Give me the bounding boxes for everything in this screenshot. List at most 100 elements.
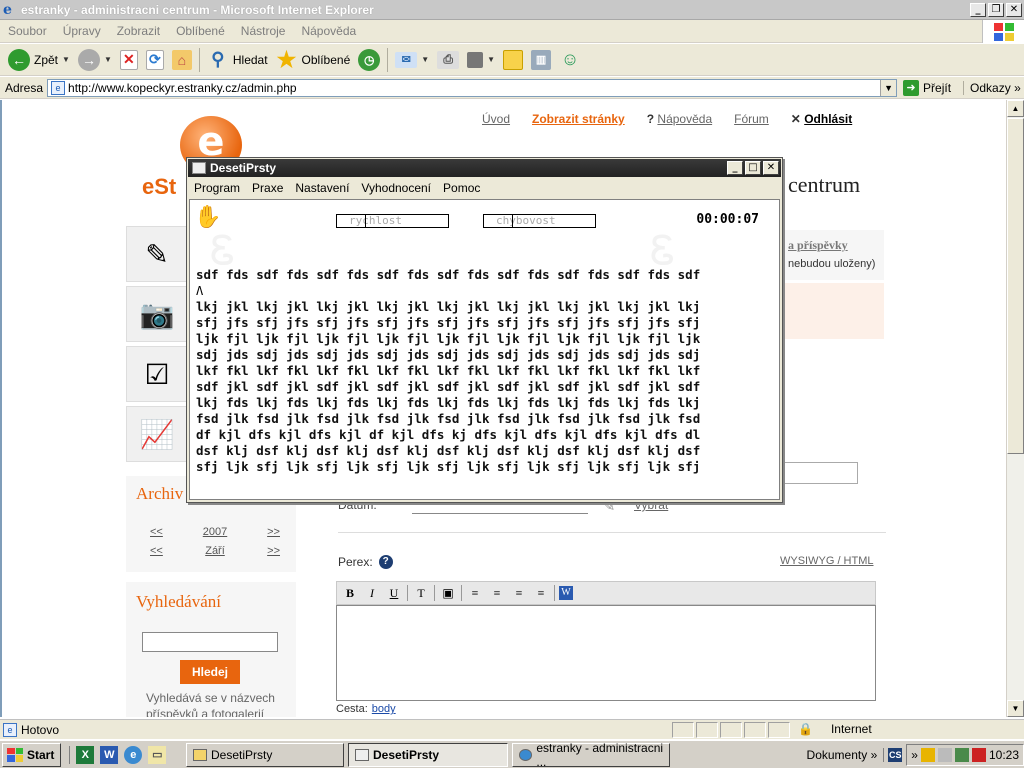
app-maximize-button[interactable]: □ [745, 161, 761, 175]
go-button[interactable]: ➜ Přejít [903, 79, 951, 96]
scroll-down-icon[interactable]: ▼ [1007, 700, 1024, 717]
word-icon[interactable]: W [100, 745, 119, 764]
menu-nastroje[interactable]: Nástroje [233, 24, 294, 38]
year-next-link[interactable]: >> [267, 526, 280, 538]
links-button[interactable]: Odkazy » [963, 80, 1021, 95]
tray-app-icon[interactable] [920, 748, 935, 762]
mail-button[interactable]: ✉ ▼ [391, 46, 433, 74]
discuss-button[interactable] [499, 46, 527, 74]
app-minimize-button[interactable]: _ [727, 161, 743, 175]
nav-home[interactable]: Úvod [482, 112, 510, 126]
address-dropdown-icon[interactable]: ▼ [880, 79, 897, 96]
clock[interactable]: 10:23 [989, 748, 1019, 762]
scroll-thumb[interactable] [1007, 118, 1024, 454]
app-menu-praxe[interactable]: Praxe [246, 181, 289, 195]
dropdown-arrow-icon[interactable]: ▼ [104, 55, 112, 64]
home-button[interactable]: ⌂ [168, 46, 196, 74]
nav-forum[interactable]: Fórum [734, 112, 769, 126]
edit-button[interactable]: ▼ [463, 46, 499, 74]
task-desetiprsty-app[interactable]: DesetiPrsty [348, 743, 508, 767]
search-input[interactable] [142, 632, 278, 652]
menu-napoveda[interactable]: Nápověda [293, 24, 364, 38]
write-article-icon[interactable]: ✎ [126, 226, 188, 282]
typing-area[interactable]: Ꮛ Ꮛ ✋ rychlost chybovost 00:00:07 sdf fd… [189, 199, 780, 500]
favorites-button[interactable]: ★ Oblíbené [272, 46, 355, 74]
address-input[interactable]: e http://www.kopeckyr.estranky.cz/admin.… [47, 78, 898, 97]
underline-button[interactable]: U [385, 584, 403, 602]
path-body-link[interactable]: body [372, 703, 396, 715]
research-button[interactable]: ▥ [527, 46, 555, 74]
year-link[interactable]: 2007 [203, 526, 227, 538]
keyboard-icon [192, 162, 206, 174]
app-close-button[interactable]: ✕ [763, 161, 779, 175]
language-indicator[interactable]: CS [888, 748, 903, 762]
excel-icon[interactable]: X [76, 745, 95, 764]
messenger-icon: ☺ [560, 49, 580, 69]
app-menu-nastaveni[interactable]: Nastavení [289, 181, 355, 195]
photo-gallery-icon[interactable]: 📷 [126, 286, 188, 342]
page-scrollbar[interactable]: ▲ ▼ [1006, 100, 1024, 717]
align-center-icon[interactable]: ≡ [488, 584, 506, 602]
task-desetiprsty-folder[interactable]: DesetiPrsty [186, 743, 344, 767]
chevron-left-icon[interactable]: » [911, 748, 918, 762]
refresh-button[interactable]: ⟳ [142, 46, 168, 74]
statistics-icon[interactable]: 📈 [126, 406, 188, 462]
minimize-button[interactable]: _ [970, 2, 986, 17]
nav-show-pages[interactable]: Zobrazit stránky [532, 112, 625, 126]
folder-icon [193, 749, 207, 761]
wysiwyg-html-toggle[interactable]: WYSIWYG / HTML [780, 555, 874, 567]
scroll-up-icon[interactable]: ▲ [1007, 100, 1024, 117]
app-menu-vyhodnoceni[interactable]: Vyhodnocení [355, 181, 437, 195]
checklist-icon[interactable]: ☑ [126, 346, 188, 402]
archive-month-row: << Září >> [150, 545, 280, 557]
ie-icon[interactable]: e [124, 745, 143, 764]
menu-zobrazit[interactable]: Zobrazit [109, 24, 168, 38]
category-title[interactable]: a příspěvky [788, 238, 848, 253]
dropdown-arrow-icon[interactable]: ▼ [487, 55, 495, 64]
menu-oblibene[interactable]: Oblíbené [168, 24, 233, 38]
task-estranky-browser[interactable]: estranky - administracni ... [512, 741, 670, 768]
align-justify-icon[interactable]: ≡ [532, 584, 550, 602]
month-link[interactable]: Září [205, 545, 225, 557]
desktop-icon[interactable]: ▭ [148, 745, 167, 764]
start-button[interactable]: Start [2, 742, 62, 767]
tray-shield-icon[interactable] [971, 748, 986, 762]
italic-button[interactable]: I [363, 584, 381, 602]
bold-button[interactable]: B [341, 584, 359, 602]
forward-button[interactable]: → ▼ [74, 46, 116, 74]
close-button[interactable]: ✕ [1006, 2, 1022, 17]
year-prev-link[interactable]: << [150, 526, 163, 538]
app-menu-pomoc[interactable]: Pomoc [437, 181, 486, 195]
title-input[interactable] [784, 462, 858, 484]
status-cell [672, 722, 694, 738]
perex-editor[interactable] [336, 605, 876, 701]
printer-icon: ⎙ [437, 50, 460, 69]
menu-soubor[interactable]: Soubor [0, 24, 55, 38]
print-button[interactable]: ⎙ [433, 46, 463, 74]
tray-network-icon[interactable] [937, 748, 952, 762]
nav-logout[interactable]: Odhlásit [804, 112, 852, 126]
history-button[interactable]: ◷ [354, 46, 384, 74]
back-button[interactable]: ← Zpět ▼ [4, 46, 74, 74]
month-next-link[interactable]: >> [267, 545, 280, 557]
tray-monitor-icon[interactable] [954, 748, 969, 762]
search-button[interactable]: ⚲ Hledat [203, 46, 272, 74]
documents-toolbar[interactable]: Dokumenty » [807, 748, 885, 762]
help-icon[interactable]: ? [378, 555, 393, 569]
restore-button[interactable]: ❐ [988, 2, 1004, 17]
favorites-label: Oblíbené [301, 52, 351, 67]
align-left-icon[interactable]: ≡ [466, 584, 484, 602]
app-menu-program[interactable]: Program [188, 181, 246, 195]
stop-button[interactable]: ✕ [116, 46, 142, 74]
dropdown-arrow-icon[interactable]: ▼ [62, 55, 70, 64]
nav-help[interactable]: Nápověda [657, 112, 712, 126]
menu-upravy[interactable]: Úpravy [55, 24, 109, 38]
word-paste-icon[interactable]: W [559, 586, 573, 600]
search-submit-button[interactable]: Hledej [180, 660, 240, 684]
month-prev-link[interactable]: << [150, 545, 163, 557]
insert-image-icon[interactable]: ▣ [439, 584, 457, 602]
messenger-button[interactable]: ☺ [555, 46, 585, 74]
align-right-icon[interactable]: ≡ [510, 584, 528, 602]
text-color-icon[interactable]: T [412, 584, 430, 602]
dropdown-arrow-icon[interactable]: ▼ [421, 55, 429, 64]
